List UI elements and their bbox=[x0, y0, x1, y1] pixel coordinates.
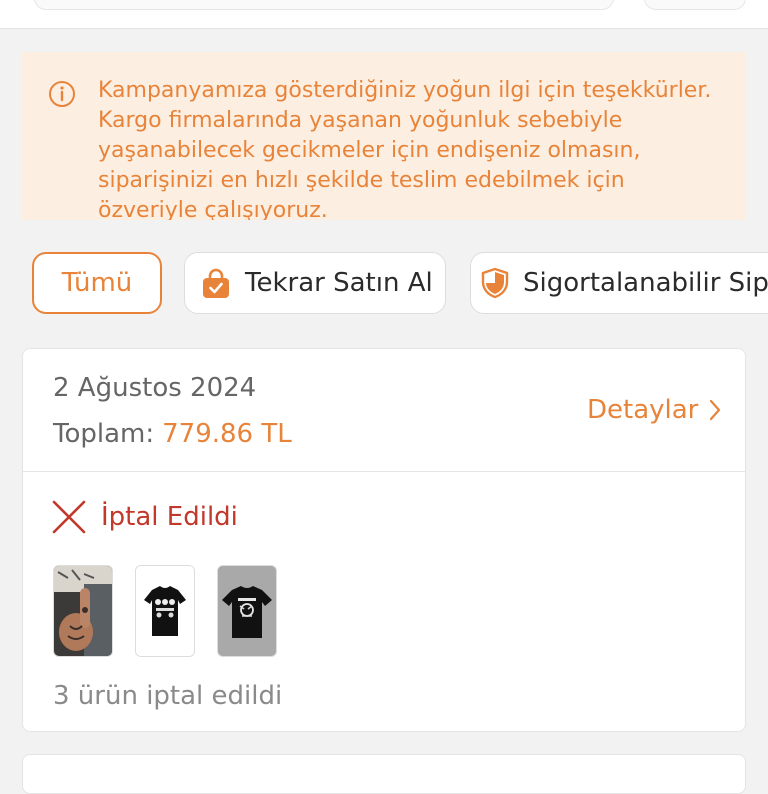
order-status-label: İptal Edildi bbox=[101, 502, 238, 532]
order-total: Toplam: 779.86 TL bbox=[53, 419, 292, 449]
product-black-tshirt-graphic bbox=[218, 566, 276, 656]
next-order-card[interactable] bbox=[22, 754, 746, 794]
order-total-value: 779.86 TL bbox=[162, 419, 292, 449]
order-details-label: Detaylar bbox=[587, 395, 699, 425]
campaign-notice: Kampanyamıza gösterdiğiniz yoğun ilgi iç… bbox=[22, 52, 746, 220]
close-icon bbox=[52, 500, 86, 534]
filter-rebuy-button[interactable]: Tekrar Satın Al bbox=[184, 252, 446, 314]
product-thumbnail[interactable] bbox=[217, 565, 277, 657]
product-thumbnail[interactable] bbox=[135, 565, 195, 657]
notice-text: Kampanyamıza gösterdiğiniz yoğun ilgi iç… bbox=[98, 78, 712, 220]
order-status: İptal Edildi bbox=[51, 499, 238, 535]
order-details-link[interactable]: Detaylar bbox=[587, 395, 722, 425]
filter-insurable-label: Sigortalanabilir Sipa bbox=[523, 268, 768, 298]
shield-icon bbox=[481, 267, 509, 299]
top-action-button[interactable] bbox=[644, 0, 746, 10]
filter-insurable-button[interactable]: Sigortalanabilir Sipa bbox=[470, 252, 768, 314]
order-total-label: Toplam: bbox=[53, 419, 155, 449]
product-photo-tattooed-hands bbox=[54, 566, 112, 656]
product-black-tshirt-print bbox=[136, 566, 194, 656]
filter-rebuy-label: Tekrar Satın Al bbox=[245, 268, 433, 298]
product-thumbnail[interactable] bbox=[53, 565, 113, 657]
filter-all-label: Tümü bbox=[61, 268, 133, 298]
cancelled-items-text: 3 ürün iptal edildi bbox=[53, 681, 283, 711]
order-date: 2 Ağustos 2024 bbox=[53, 373, 257, 403]
filter-all-button[interactable]: Tümü bbox=[32, 252, 162, 314]
card-divider bbox=[23, 471, 745, 472]
search-bar[interactable] bbox=[34, 0, 614, 10]
top-bar bbox=[0, 0, 768, 29]
info-icon bbox=[49, 81, 75, 107]
order-filters: Tümü Tekrar Satın Al Sigortalanabilir Si… bbox=[0, 250, 768, 320]
order-card[interactable]: 2 Ağustos 2024 Toplam: 779.86 TL Detaylar… bbox=[22, 348, 746, 732]
shopping-bag-icon bbox=[203, 268, 229, 298]
chevron-right-icon bbox=[710, 399, 721, 421]
